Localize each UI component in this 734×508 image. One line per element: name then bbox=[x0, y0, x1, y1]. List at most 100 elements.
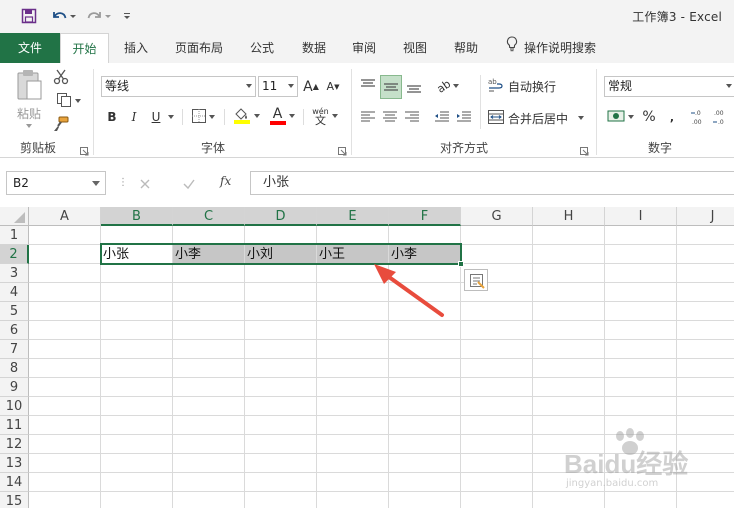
enter-icon[interactable] bbox=[182, 177, 202, 191]
increase-decimal-icon[interactable]: .0.00 bbox=[690, 105, 710, 129]
align-bottom-icon[interactable] bbox=[404, 75, 424, 97]
cell-c2[interactable]: 小李 bbox=[173, 245, 245, 264]
tab-view[interactable]: 视图 bbox=[397, 33, 433, 63]
copy-icon bbox=[56, 92, 72, 111]
align-top-icon[interactable] bbox=[358, 75, 378, 97]
italic-button[interactable]: I bbox=[127, 107, 141, 127]
tell-me-search[interactable]: 操作说明搜索 bbox=[506, 33, 610, 63]
fill-handle[interactable] bbox=[458, 261, 464, 267]
font-size-select[interactable]: 11 bbox=[258, 76, 298, 97]
redo-icon[interactable] bbox=[84, 6, 114, 26]
comma-style-icon[interactable]: , bbox=[662, 106, 682, 128]
column-header-a[interactable]: A bbox=[29, 207, 101, 226]
lightbulb-icon bbox=[506, 33, 518, 63]
increase-indent-icon[interactable] bbox=[454, 107, 474, 127]
undo-icon[interactable] bbox=[48, 6, 78, 26]
tab-review[interactable]: 审阅 bbox=[346, 33, 382, 63]
row-header-1[interactable]: 1 bbox=[0, 226, 29, 245]
column-header-d[interactable]: D bbox=[245, 207, 317, 226]
borders-icon bbox=[191, 108, 206, 126]
column-header-g[interactable]: G bbox=[461, 207, 533, 226]
column-header-c[interactable]: C bbox=[173, 207, 245, 226]
paste-button[interactable]: 粘贴 bbox=[12, 69, 46, 129]
tab-help[interactable]: 帮助 bbox=[448, 33, 484, 63]
column-header-h[interactable]: H bbox=[533, 207, 605, 226]
row-header-13[interactable]: 13 bbox=[0, 454, 29, 473]
row-header-2[interactable]: 2 bbox=[0, 245, 29, 264]
svg-text:ab: ab bbox=[488, 78, 497, 86]
quick-analysis-button[interactable] bbox=[464, 269, 488, 291]
row-header-14[interactable]: 14 bbox=[0, 473, 29, 492]
cut-icon[interactable] bbox=[52, 68, 70, 86]
column-header-b[interactable]: B bbox=[101, 207, 173, 226]
column-header-i[interactable]: I bbox=[605, 207, 677, 226]
row-header-7[interactable]: 7 bbox=[0, 340, 29, 359]
format-painter-icon[interactable] bbox=[52, 115, 70, 133]
name-box-resize-handle[interactable]: ⋮ bbox=[118, 175, 128, 191]
orientation-button[interactable]: ab bbox=[432, 75, 464, 97]
copy-button[interactable] bbox=[52, 92, 84, 110]
bold-button[interactable]: B bbox=[104, 107, 120, 127]
phonetic-guide-button[interactable]: wén 文 bbox=[308, 105, 342, 127]
align-middle-icon[interactable] bbox=[380, 75, 402, 99]
formula-input[interactable]: 小张 bbox=[250, 171, 734, 195]
increase-font-size-icon[interactable]: A ▲ bbox=[302, 76, 320, 97]
row-header-4[interactable]: 4 bbox=[0, 283, 29, 302]
row-header-9[interactable]: 9 bbox=[0, 378, 29, 397]
align-center-icon[interactable] bbox=[380, 107, 400, 127]
wrap-text-button[interactable]: ab 自动换行 bbox=[488, 75, 560, 97]
row-header-8[interactable]: 8 bbox=[0, 359, 29, 378]
tell-me-label: 操作说明搜索 bbox=[524, 41, 597, 55]
decrease-decimal-icon[interactable]: .00.0 bbox=[712, 105, 732, 129]
select-all-button[interactable] bbox=[0, 207, 29, 226]
column-header-j[interactable]: J bbox=[677, 207, 734, 226]
tab-data[interactable]: 数据 bbox=[296, 33, 332, 63]
font-group-label: 字体 bbox=[201, 141, 226, 155]
tab-insert[interactable]: 插入 bbox=[118, 33, 154, 63]
decrease-indent-icon[interactable] bbox=[432, 107, 452, 127]
underline-dropdown-icon[interactable] bbox=[166, 107, 176, 127]
tab-page-layout[interactable]: 页面布局 bbox=[170, 33, 228, 63]
clipboard-launcher-icon[interactable] bbox=[80, 145, 89, 156]
insert-function-button[interactable]: fx bbox=[220, 174, 240, 192]
svg-text:.0: .0 bbox=[718, 119, 724, 126]
row-header-15[interactable]: 15 bbox=[0, 492, 29, 508]
title-bar: 工作簿3 - Excel bbox=[0, 0, 734, 33]
merge-center-label: 合并后居中 bbox=[508, 111, 569, 126]
tab-home[interactable]: 开始 bbox=[60, 33, 109, 64]
font-launcher-icon[interactable] bbox=[338, 145, 347, 156]
cancel-icon[interactable] bbox=[138, 177, 158, 191]
merge-center-button[interactable]: 合并后居中 bbox=[488, 107, 588, 129]
fill-color-button[interactable] bbox=[230, 105, 262, 127]
decrease-font-size-icon[interactable]: A ▼ bbox=[324, 76, 342, 97]
borders-button[interactable] bbox=[188, 107, 218, 127]
cell-b2[interactable]: 小张 bbox=[101, 245, 173, 264]
tab-file[interactable]: 文件 bbox=[0, 33, 60, 63]
row-header-10[interactable]: 10 bbox=[0, 397, 29, 416]
column-header-e[interactable]: E bbox=[317, 207, 389, 226]
underline-button[interactable]: U bbox=[148, 107, 164, 127]
font-name-select[interactable]: 等线 bbox=[101, 76, 256, 97]
column-header-f[interactable]: F bbox=[389, 207, 461, 226]
percent-button[interactable]: % bbox=[640, 106, 658, 128]
row-header-3[interactable]: 3 bbox=[0, 264, 29, 283]
row-header-5[interactable]: 5 bbox=[0, 302, 29, 321]
alignment-launcher-icon[interactable] bbox=[580, 145, 589, 156]
align-left-icon[interactable] bbox=[358, 107, 378, 127]
number-group-label: 数字 bbox=[648, 141, 673, 155]
row-header-6[interactable]: 6 bbox=[0, 321, 29, 340]
clipboard-group-label: 剪贴板 bbox=[20, 141, 57, 155]
save-icon[interactable] bbox=[18, 6, 40, 26]
font-color-button[interactable]: A bbox=[266, 105, 298, 127]
formula-bar: B2 ⋮ fx 小张 bbox=[0, 159, 734, 207]
align-right-icon[interactable] bbox=[402, 107, 422, 127]
cell-d2[interactable]: 小刘 bbox=[245, 245, 317, 264]
name-box[interactable]: B2 bbox=[6, 171, 106, 195]
row-header-12[interactable]: 12 bbox=[0, 435, 29, 454]
customize-toolbar-icon[interactable] bbox=[120, 6, 134, 26]
row-header-11[interactable]: 11 bbox=[0, 416, 29, 435]
orientation-icon: ab bbox=[434, 76, 453, 96]
number-format-select[interactable]: 常规 bbox=[604, 76, 734, 97]
accounting-format-button[interactable] bbox=[604, 106, 636, 128]
tab-formulas[interactable]: 公式 bbox=[244, 33, 280, 63]
